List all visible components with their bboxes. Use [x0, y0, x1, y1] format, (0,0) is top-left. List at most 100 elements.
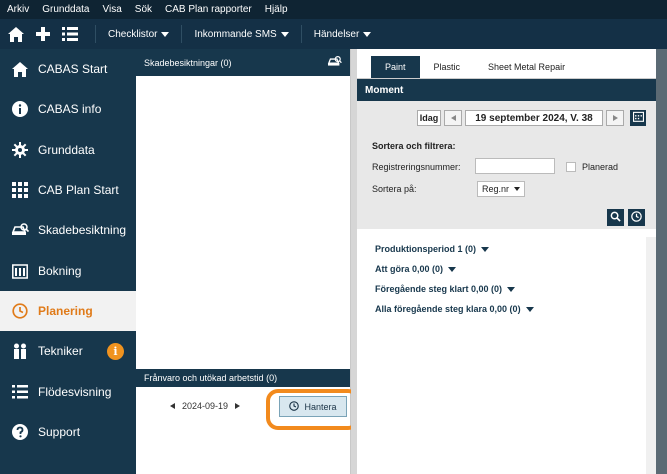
tab-label: Paint [385, 62, 406, 72]
idag-button[interactable]: Idag [417, 110, 441, 126]
menu-visa[interactable]: Visa [103, 4, 122, 15]
inkommande-sms-label: Inkommande SMS [194, 28, 277, 40]
home-icon[interactable] [5, 23, 27, 45]
filter-box: Idag 19 september 2024, V. 38 Sortera oc… [357, 101, 656, 229]
sidebar-item-label: CAB Plan Start [38, 183, 119, 198]
clock-icon [289, 400, 300, 413]
group-att-gora[interactable]: Att göra 0,00 (0) [357, 259, 656, 279]
group-label: Produktionsperiod 1 (0) [375, 244, 477, 254]
hantera-label: Hantera [304, 401, 337, 412]
group-alla-foregaende-steg-klara[interactable]: Alla föregående steg klara 0,00 (0) [357, 299, 656, 319]
question-icon [11, 423, 29, 441]
reg-label: Registreringsnummer: [372, 162, 461, 172]
list-icon [11, 383, 29, 401]
plus-icon[interactable] [32, 23, 54, 45]
tab-plastic[interactable]: Plastic [420, 56, 475, 78]
group-produktionsperiod[interactable]: Produktionsperiod 1 (0) [357, 239, 656, 259]
franvaro-title: Frånvaro och utökad arbetstid (0) [144, 373, 278, 383]
skadebesiktningar-title: Skadebesiktningar (0) [144, 57, 232, 68]
hantera-button[interactable]: Hantera [279, 396, 347, 417]
chevron-down-icon [161, 31, 170, 37]
menu-grunddata[interactable]: Grunddata [42, 4, 89, 15]
tab-paint[interactable]: Paint [371, 56, 420, 78]
calendar-icon [11, 262, 29, 280]
background-window-edge [656, 49, 667, 474]
menu-cab-plan-rapporter[interactable]: CAB Plan rapporter [165, 4, 252, 15]
chevron-down-icon [481, 246, 490, 252]
chevron-down-icon [280, 31, 289, 37]
info-badge-icon[interactable]: i [107, 342, 124, 360]
car-search-icon [11, 221, 29, 239]
tab-bar: Paint Plastic Sheet Metal Repair [357, 49, 656, 79]
handelser-dropdown[interactable]: Händelser [300, 25, 384, 43]
sidebar-item-label: Planering [38, 303, 93, 318]
group-label: Att göra 0,00 (0) [375, 264, 444, 274]
date-navigator: Idag 19 september 2024, V. 38 [417, 110, 646, 126]
tab-sheet-metal-repair[interactable]: Sheet Metal Repair [474, 56, 579, 78]
chevron-down-icon [448, 266, 457, 272]
sidebar-item-label: Bokning [38, 263, 82, 278]
sidebar-item-bokning[interactable]: Bokning [0, 250, 136, 290]
scrollbar[interactable] [646, 237, 656, 474]
sidebar: CABAS Start CABAS info Grunddata CAB Pla… [0, 49, 136, 474]
group-list: Produktionsperiod 1 (0) Att göra 0,00 (0… [357, 229, 656, 319]
sidebar-item-tekniker[interactable]: Tekniker i [0, 331, 136, 371]
calendar-icon [632, 111, 644, 125]
moment-panel: Paint Plastic Sheet Metal Repair Moment … [357, 49, 656, 474]
sort-label: Sortera på: [372, 184, 417, 194]
chevron-down-icon [525, 306, 534, 312]
menu-arkiv[interactable]: Arkiv [7, 4, 29, 15]
toolbar: Checklistor Inkommande SMS Händelser [0, 19, 667, 49]
sidebar-item-label: Grunddata [38, 142, 95, 157]
franvaro-date-nav: 2024-09-19 [170, 401, 241, 411]
chevron-down-icon [514, 187, 521, 191]
sidebar-item-cab-plan-start[interactable]: CAB Plan Start [0, 170, 136, 210]
inkommande-sms-dropdown[interactable]: Inkommande SMS [181, 25, 300, 43]
group-foregaende-steg-klart[interactable]: Föregående steg klart 0,00 (0) [357, 279, 656, 299]
sidebar-item-flodesvisning[interactable]: Flödesvisning [0, 371, 136, 411]
sort-select[interactable]: Reg.nr [477, 181, 525, 197]
planerad-label: Planerad [582, 162, 619, 172]
people-icon [11, 342, 29, 360]
sidebar-item-planering[interactable]: Planering [0, 290, 136, 332]
clock-filter-button[interactable] [628, 209, 645, 226]
next-arrow-icon[interactable] [235, 403, 241, 409]
planerad-checkbox[interactable] [566, 162, 576, 172]
car-search-icon[interactable] [327, 55, 342, 70]
clock-icon [11, 302, 29, 320]
skadebesiktningar-header: Skadebesiktningar (0) [136, 49, 350, 76]
home-icon [11, 60, 29, 78]
sidebar-item-skadebesiktning[interactable]: Skadebesiktning [0, 210, 136, 250]
search-button[interactable] [607, 209, 624, 226]
sidebar-item-label: CABAS Start [38, 62, 108, 77]
menu-sok[interactable]: Sök [135, 4, 152, 15]
next-date-button[interactable] [606, 110, 624, 126]
menu-hjalp[interactable]: Hjälp [265, 4, 288, 15]
grid-icon [11, 181, 29, 199]
clock-icon [631, 210, 642, 225]
registreringsnummer-input[interactable] [475, 158, 555, 174]
sidebar-item-grunddata[interactable]: Grunddata [0, 130, 136, 170]
sort-value: Reg.nr [482, 184, 510, 194]
group-label: Alla föregående steg klara 0,00 (0) [375, 304, 521, 314]
checklistor-dropdown[interactable]: Checklistor [95, 25, 181, 43]
list-icon[interactable] [59, 23, 81, 45]
sidebar-item-cabas-start[interactable]: CABAS Start [0, 49, 136, 89]
sidebar-item-support[interactable]: Support [0, 412, 136, 452]
chevron-down-icon [363, 31, 372, 37]
prev-arrow-icon[interactable] [170, 403, 175, 409]
franvaro-date: 2024-09-19 [182, 401, 229, 411]
prev-date-button[interactable] [444, 110, 462, 126]
group-label: Föregående steg klart 0,00 (0) [375, 284, 503, 294]
sidebar-item-label: Flödesvisning [38, 384, 112, 399]
checklistor-label: Checklistor [108, 28, 158, 40]
sidebar-item-cabas-info[interactable]: CABAS info [0, 89, 136, 129]
handelser-label: Händelser [313, 28, 360, 40]
moment-header: Moment [357, 79, 656, 101]
chevron-down-icon [507, 286, 516, 292]
calendar-button[interactable] [630, 110, 646, 126]
tab-label: Sheet Metal Repair [488, 62, 566, 72]
menubar: Arkiv Grunddata Visa Sök CAB Plan rappor… [0, 0, 667, 19]
gear-icon [11, 141, 29, 159]
tab-label: Plastic [433, 62, 461, 72]
